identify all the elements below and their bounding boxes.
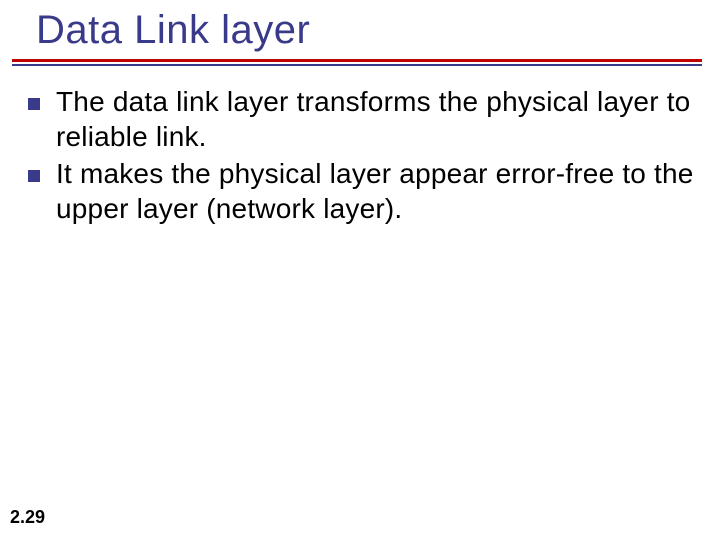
divider-red <box>12 59 702 62</box>
bullet-text: The data link layer transforms the physi… <box>56 84 710 154</box>
slide-title: Data Link layer <box>36 8 720 53</box>
square-bullet-icon <box>28 170 40 182</box>
square-bullet-icon <box>28 98 40 110</box>
bullet-text: It makes the physical layer appear error… <box>56 156 710 226</box>
bullet-item: It makes the physical layer appear error… <box>28 156 710 226</box>
title-area: Data Link layer <box>0 0 720 53</box>
page-number: 2.29 <box>10 507 45 528</box>
bullet-item: The data link layer transforms the physi… <box>28 84 710 154</box>
slide-container: Data Link layer The data link layer tran… <box>0 0 720 540</box>
content-area: The data link layer transforms the physi… <box>0 66 720 226</box>
